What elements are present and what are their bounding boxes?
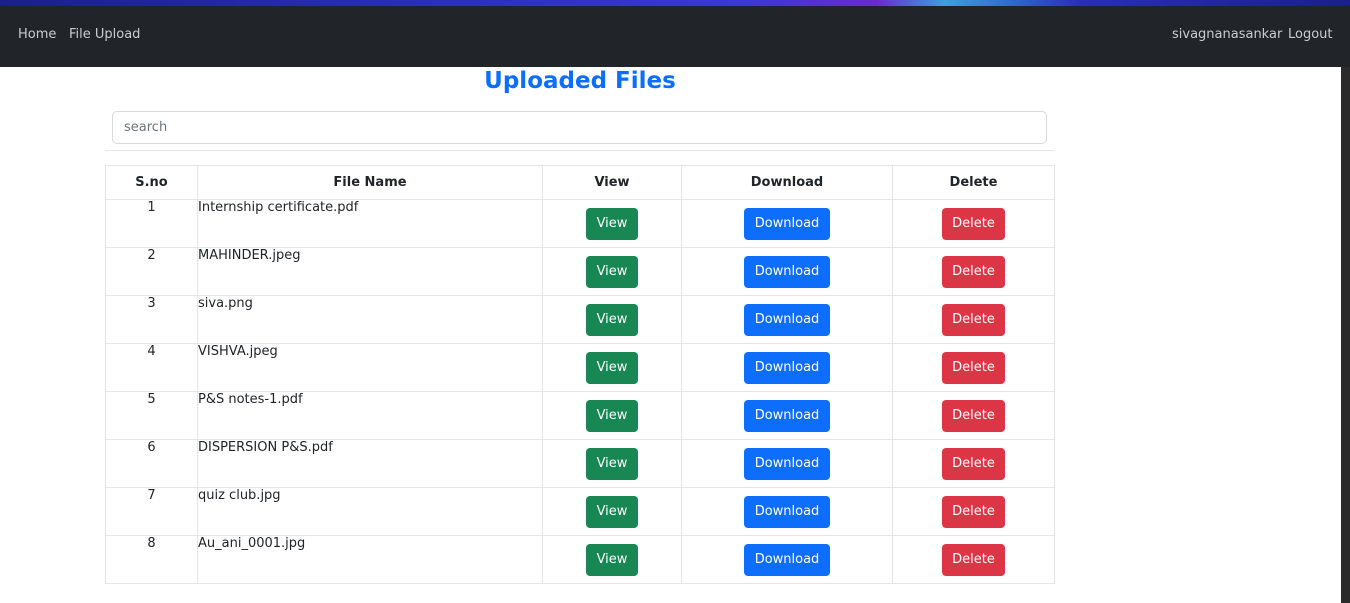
row-sno: 7: [105, 487, 198, 536]
header-sno: S.no: [105, 165, 198, 200]
download-button[interactable]: Download: [744, 447, 830, 480]
row-sno: 8: [105, 535, 198, 584]
header-view: View: [542, 165, 682, 200]
download-button[interactable]: Download: [744, 543, 830, 576]
search-input[interactable]: [112, 111, 1047, 144]
delete-button[interactable]: Delete: [942, 303, 1005, 336]
window-edge: [1341, 67, 1350, 603]
download-button[interactable]: Download: [744, 399, 830, 432]
view-button[interactable]: View: [586, 351, 638, 384]
download-button[interactable]: Download: [744, 207, 830, 240]
table-header-row: S.no File Name View Download Delete: [105, 165, 1055, 200]
header-file-name: File Name: [197, 165, 543, 200]
files-table: S.no File Name View Download Delete 1 In…: [105, 165, 1055, 584]
navbar: Home File Upload sivagnanasankar Logout: [0, 6, 1350, 67]
table-row: 8 Au_ani_0001.jpg View Download Delete: [105, 535, 1055, 584]
row-file-name: MAHINDER.jpeg: [197, 247, 543, 296]
row-sno: 5: [105, 391, 198, 440]
view-button[interactable]: View: [586, 447, 638, 480]
row-sno: 6: [105, 439, 198, 488]
view-button[interactable]: View: [586, 399, 638, 432]
nav-file-upload-link[interactable]: File Upload: [69, 27, 140, 42]
row-file-name: P&S notes-1.pdf: [197, 391, 543, 440]
page-title: Uploaded Files: [484, 68, 676, 94]
table-row: 6 DISPERSION P&S.pdf View Download Delet…: [105, 439, 1055, 488]
row-file-name: siva.png: [197, 295, 543, 344]
table-row: 3 siva.png View Download Delete: [105, 295, 1055, 344]
header-download: Download: [681, 165, 893, 200]
table-row: 4 VISHVA.jpeg View Download Delete: [105, 343, 1055, 392]
divider: [105, 150, 1054, 151]
delete-button[interactable]: Delete: [942, 495, 1005, 528]
row-file-name: quiz club.jpg: [197, 487, 543, 536]
download-button[interactable]: Download: [744, 303, 830, 336]
table-row: 1 Internship certificate.pdf View Downlo…: [105, 199, 1055, 248]
download-button[interactable]: Download: [744, 495, 830, 528]
row-sno: 3: [105, 295, 198, 344]
delete-button[interactable]: Delete: [942, 447, 1005, 480]
table-row: 5 P&S notes-1.pdf View Download Delete: [105, 391, 1055, 440]
row-file-name: Au_ani_0001.jpg: [197, 535, 543, 584]
view-button[interactable]: View: [586, 255, 638, 288]
table-row: 2 MAHINDER.jpeg View Download Delete: [105, 247, 1055, 296]
row-sno: 1: [105, 199, 198, 248]
delete-button[interactable]: Delete: [942, 399, 1005, 432]
view-button[interactable]: View: [586, 495, 638, 528]
view-button[interactable]: View: [586, 543, 638, 576]
row-file-name: DISPERSION P&S.pdf: [197, 439, 543, 488]
download-button[interactable]: Download: [744, 255, 830, 288]
row-file-name: Internship certificate.pdf: [197, 199, 543, 248]
delete-button[interactable]: Delete: [942, 351, 1005, 384]
view-button[interactable]: View: [586, 207, 638, 240]
row-sno: 4: [105, 343, 198, 392]
nav-home-link[interactable]: Home: [18, 27, 56, 42]
row-sno: 2: [105, 247, 198, 296]
nav-logout-link[interactable]: Logout: [1288, 27, 1333, 42]
download-button[interactable]: Download: [744, 351, 830, 384]
row-file-name: VISHVA.jpeg: [197, 343, 543, 392]
header-delete: Delete: [892, 165, 1055, 200]
delete-button[interactable]: Delete: [942, 255, 1005, 288]
delete-button[interactable]: Delete: [942, 543, 1005, 576]
view-button[interactable]: View: [586, 303, 638, 336]
table-row: 7 quiz club.jpg View Download Delete: [105, 487, 1055, 536]
nav-username-link[interactable]: sivagnanasankar: [1172, 27, 1282, 42]
delete-button[interactable]: Delete: [942, 207, 1005, 240]
